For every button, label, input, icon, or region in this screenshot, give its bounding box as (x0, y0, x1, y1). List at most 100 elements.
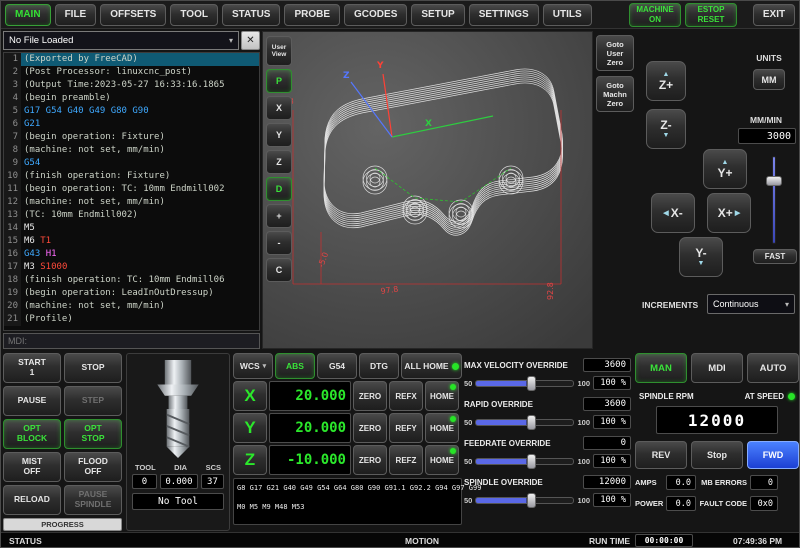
override-slider-thumb[interactable] (527, 376, 536, 391)
slider-thumb[interactable] (766, 176, 782, 186)
gcode-line[interactable]: 5 G17 G54 G40 G49 G80 G90 (4, 105, 259, 118)
view-button[interactable]: Z (266, 150, 292, 174)
spindle-stop-button[interactable]: Stop (691, 441, 743, 469)
override-slider[interactable] (475, 497, 574, 504)
gcode-line[interactable]: 19 (begin operation: LeadInOutDressup) (4, 287, 259, 300)
axis-ref-button[interactable]: REFX (389, 381, 423, 411)
axis-zero-button[interactable]: ZERO (353, 381, 387, 411)
gcode-line[interactable]: 12 (machine: not set, mm/min) (4, 196, 259, 209)
override-slider-thumb[interactable] (527, 493, 536, 508)
mdi-input[interactable] (3, 333, 260, 349)
menu-item[interactable]: FILE (55, 4, 97, 26)
gcode-line[interactable]: 16 G43 H1 (4, 248, 259, 261)
view-button[interactable]: D (266, 177, 292, 201)
gcode-line[interactable]: 18 (finish operation: TC: 10mm Endmill06 (4, 274, 259, 287)
jog-x-plus-button[interactable]: X+ ▶ (707, 193, 751, 233)
file-select-dropdown[interactable]: No File Loaded ▾ (3, 31, 239, 50)
jog-x-minus-button[interactable]: ◀ X- (651, 193, 695, 233)
goto-user-zero-button[interactable]: Goto User Zero (596, 35, 634, 71)
gcode-line[interactable]: 1 (Exported by FreeCAD) (4, 53, 259, 66)
gcode-line[interactable]: 8 (machine: not set, mm/min) (4, 144, 259, 157)
goto-machine-zero-button[interactable]: Goto Machn Zero (596, 76, 634, 112)
flood-button[interactable]: FLOOD OFF (64, 452, 122, 482)
override-slider[interactable] (475, 380, 574, 387)
menu-item[interactable]: MAIN (5, 4, 51, 26)
estop-reset-button[interactable]: ESTOP RESET (685, 3, 737, 27)
pause-spindle-button[interactable]: PAUSE SPINDLE (64, 485, 122, 515)
gcode-line[interactable]: 20 (machine: not set, mm/min) (4, 300, 259, 313)
axis-letter-button[interactable]: Y (233, 413, 267, 443)
all-home-button[interactable]: ALL HOME (401, 353, 462, 379)
reload-button[interactable]: RELOAD (3, 485, 61, 515)
view-button[interactable]: Y (266, 123, 292, 147)
axis-ref-button[interactable]: REFZ (389, 445, 423, 475)
view-button[interactable]: P (266, 69, 292, 93)
view-button[interactable]: - (266, 231, 292, 255)
jog-speed-slider[interactable] (765, 156, 783, 244)
menu-item[interactable]: SETUP (411, 4, 464, 26)
slider-track[interactable] (772, 156, 776, 244)
gcode-line[interactable]: 14 M5 (4, 222, 259, 235)
override-slider-thumb[interactable] (527, 454, 536, 469)
cycle-stop-button[interactable]: STOP (64, 353, 122, 383)
axis-zero-button[interactable]: ZERO (353, 413, 387, 443)
axis-letter-button[interactable]: X (233, 381, 267, 411)
axis-ref-button[interactable]: REFY (389, 413, 423, 443)
jog-z-plus-button[interactable]: ▲ Z+ (646, 61, 686, 101)
axis-home-button[interactable]: HOME (425, 445, 459, 475)
dtg-button[interactable]: DTG (359, 353, 399, 379)
auto-mode-button[interactable]: AUTO (747, 353, 799, 383)
axis-letter-button[interactable]: Z (233, 445, 267, 475)
g54-button[interactable]: G54 (317, 353, 357, 379)
spindle-forward-button[interactable]: FWD (747, 441, 799, 469)
optional-stop-button[interactable]: OPT STOP (64, 419, 122, 449)
jog-y-minus-button[interactable]: Y- ▼ (679, 237, 723, 277)
fast-button[interactable]: FAST (753, 249, 797, 264)
wcs-dropdown-button[interactable]: WCS ▾ (233, 353, 273, 379)
jog-y-plus-button[interactable]: ▲ Y+ (703, 149, 747, 189)
override-slider[interactable] (475, 419, 574, 426)
spindle-reverse-button[interactable]: REV (635, 441, 687, 469)
mist-button[interactable]: MIST OFF (3, 452, 61, 482)
menu-item[interactable]: TOOL (170, 4, 218, 26)
menu-item[interactable]: GCODES (344, 4, 407, 26)
axis-home-button[interactable]: HOME (425, 413, 459, 443)
menu-item[interactable]: OFFSETS (100, 4, 166, 26)
gcode-line[interactable]: 3 (Output Time:2023-05-27 16:33:16.1865 (4, 79, 259, 92)
gcode-line[interactable]: 21 (Profile) (4, 313, 259, 326)
close-file-button[interactable]: ✕ (241, 31, 260, 50)
override-slider-thumb[interactable] (527, 415, 536, 430)
menu-item[interactable]: PROBE (284, 4, 340, 26)
exit-button[interactable]: EXIT (753, 4, 795, 26)
menu-item[interactable]: SETTINGS (469, 4, 539, 26)
pause-button[interactable]: PAUSE (3, 386, 61, 416)
gcode-line[interactable]: 17 M3 S1000 (4, 261, 259, 274)
menu-item[interactable]: STATUS (222, 4, 281, 26)
abs-button[interactable]: ABS (275, 353, 315, 379)
axis-zero-button[interactable]: ZERO (353, 445, 387, 475)
axis-home-button[interactable]: HOME (425, 381, 459, 411)
gcode-line[interactable]: 15 M6 T1 (4, 235, 259, 248)
view-button[interactable]: User View (266, 36, 292, 66)
mdi-mode-button[interactable]: MDI (691, 353, 743, 383)
gcode-line[interactable]: 11 (begin operation: TC: 10mm Endmill002 (4, 183, 259, 196)
gcode-line[interactable]: 6 G21 (4, 118, 259, 131)
gcode-line[interactable]: 9 G54 (4, 157, 259, 170)
gcode-line[interactable]: 10 (finish operation: Fixture) (4, 170, 259, 183)
gcode-line[interactable]: 13 (TC: 10mm Endmill002) (4, 209, 259, 222)
view-button[interactable]: X (266, 96, 292, 120)
gcode-line[interactable]: 4 (begin preamble) (4, 92, 259, 105)
override-slider[interactable] (475, 458, 574, 465)
units-mm-button[interactable]: MM (753, 69, 785, 90)
gcode-listing[interactable]: 1 (Exported by FreeCAD) 2 (Post Processo… (3, 52, 260, 331)
increments-dropdown[interactable]: Continuous ▾ (707, 294, 795, 314)
gcode-line[interactable]: 2 (Post Processor: linuxcnc_post) (4, 66, 259, 79)
view-button[interactable]: + (266, 204, 292, 228)
toolpath-viewport[interactable]: X Y Z 8.8 38.8 -5.0 97.8 92.8 (263, 32, 592, 348)
view-button[interactable]: C (266, 258, 292, 282)
jog-z-minus-button[interactable]: Z- ▼ (646, 109, 686, 149)
menu-item[interactable]: UTILS (543, 4, 592, 26)
optional-block-button[interactable]: OPT BLOCK (3, 419, 61, 449)
gcode-line[interactable]: 7 (begin operation: Fixture) (4, 131, 259, 144)
manual-mode-button[interactable]: MAN (635, 353, 687, 383)
